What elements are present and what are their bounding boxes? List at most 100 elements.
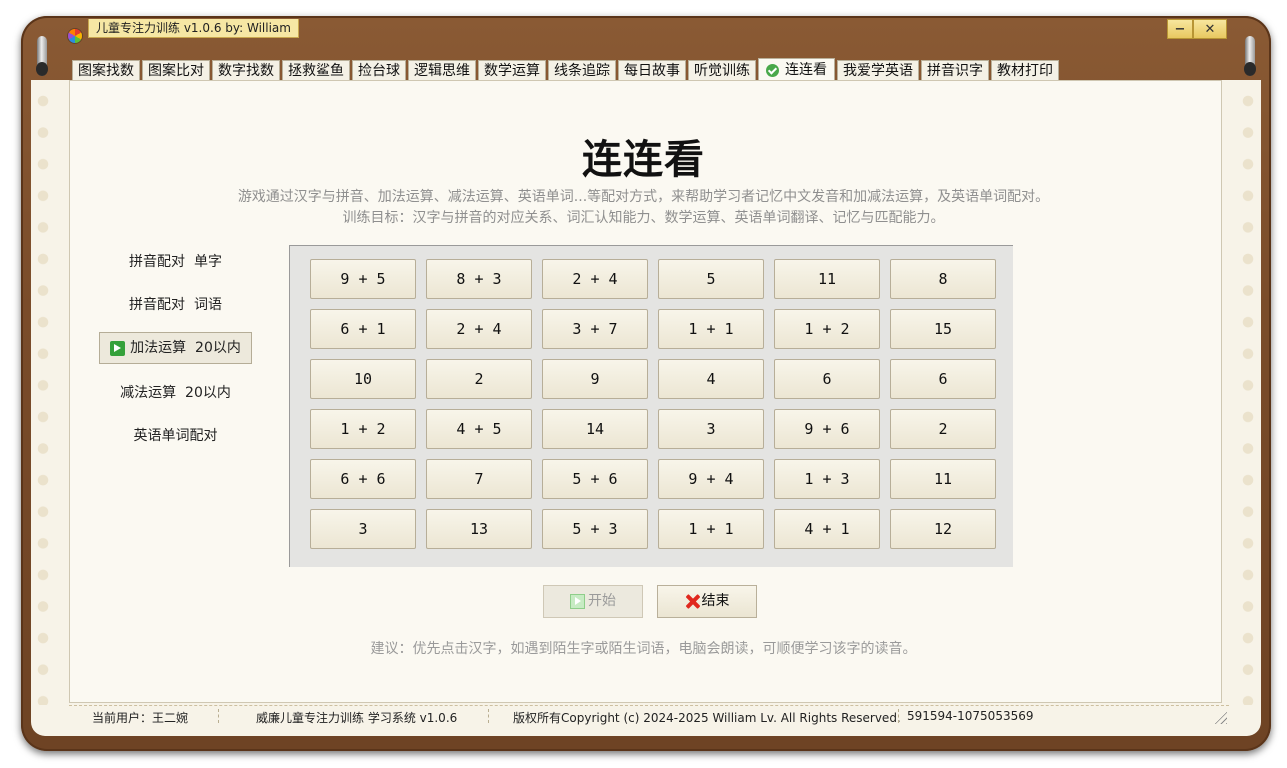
status-system-name: 威廉儿童专注力训练 学习系统 v1.0.6 <box>256 711 458 725</box>
board-tile[interactable]: 1 + 1 <box>658 509 764 549</box>
tab-auditory[interactable]: 听觉训练 <box>688 60 756 81</box>
tab-label: 捡台球 <box>358 63 400 79</box>
board-tile[interactable]: 1 + 3 <box>774 459 880 499</box>
board-tile[interactable]: 4 <box>658 359 764 399</box>
tab-label: 教材打印 <box>997 63 1053 79</box>
status-contact: 591594-1075053569 <box>907 709 1034 723</box>
board-tile[interactable]: 8 <box>890 259 996 299</box>
status-divider <box>488 709 489 723</box>
tab-logic[interactable]: 逻辑思维 <box>408 60 476 81</box>
board-tile[interactable]: 2 <box>890 409 996 449</box>
training-goal: 训练目标：汉字与拼音的对应关系、词汇认知能力、数学运算、英语单词翻译、记忆与匹配… <box>342 210 945 226</box>
binder-ring-left-icon <box>36 36 48 76</box>
close-button[interactable]: ✕ <box>1193 19 1227 39</box>
page-description: 游戏通过汉字与拼音、加法运算、减法运算、英语单词...等配对方式，来帮助学习者记… <box>237 189 1050 205</box>
tab-number-find[interactable]: 数字找数 <box>212 60 280 81</box>
start-label: 开始 <box>588 593 616 609</box>
board-tile[interactable]: 9 + 5 <box>310 259 416 299</box>
tab-label: 数学运算 <box>484 63 540 79</box>
board-tile[interactable]: 6 <box>890 359 996 399</box>
status-current-user: 当前用户：王二婉 <box>92 711 189 725</box>
minimize-button[interactable]: − <box>1167 19 1193 39</box>
board-tile[interactable]: 6 + 6 <box>310 459 416 499</box>
board-tile[interactable]: 9 + 6 <box>774 409 880 449</box>
mode-label: 加法运算 20以内 <box>130 340 241 356</box>
mode-subtraction[interactable]: 减法运算 20以内 <box>99 377 252 409</box>
mode-pinyin-words[interactable]: 拼音配对 词语 <box>99 289 252 321</box>
mode-label: 拼音配对 词语 <box>129 297 222 313</box>
tab-link-game[interactable]: 连连看 <box>758 58 835 81</box>
end-button[interactable]: 结束 <box>657 585 757 618</box>
board-tile[interactable]: 9 <box>542 359 648 399</box>
mode-label: 拼音配对 单字 <box>129 254 222 270</box>
tab-pinyin[interactable]: 拼音识字 <box>921 60 989 81</box>
mode-english-words[interactable]: 英语单词配对 <box>99 420 252 452</box>
mode-pinyin-single[interactable]: 拼音配对 单字 <box>99 246 252 278</box>
tab-pattern-compare[interactable]: 图案比对 <box>142 60 210 81</box>
tab-label: 数字找数 <box>218 63 274 79</box>
tab-label: 听觉训练 <box>694 63 750 79</box>
board-tile[interactable]: 1 + 2 <box>310 409 416 449</box>
status-copyright: 版权所有Copyright (c) 2024-2025 William Lv. … <box>513 711 901 725</box>
board-tile[interactable]: 4 + 1 <box>774 509 880 549</box>
board-tile[interactable]: 1 + 1 <box>658 309 764 349</box>
tab-print[interactable]: 教材打印 <box>991 60 1059 81</box>
tab-billiards[interactable]: 捡台球 <box>352 60 406 81</box>
board-tile[interactable]: 5 + 3 <box>542 509 648 549</box>
tab-label: 拼音识字 <box>927 63 983 79</box>
check-circle-icon <box>766 63 779 77</box>
start-button[interactable]: 开始 <box>543 585 643 618</box>
tab-label: 每日故事 <box>624 63 680 79</box>
mode-addition[interactable]: 加法运算 20以内 <box>99 332 252 364</box>
tab-bar: 图案找数 图案比对 数字找数 拯救鲨鱼 捡台球 逻辑思维 数学运算 线条追踪 每… <box>72 58 1061 82</box>
tab-label: 我爱学英语 <box>843 63 913 79</box>
window-title: 儿童专注力训练 v1.0.6 by: William <box>88 19 299 38</box>
app-logo-icon <box>68 29 82 43</box>
game-board: 9 + 58 + 32 + 4 5 11 8 6 + 12 + 43 + 71 + 11… <box>289 245 1013 567</box>
board-tile[interactable]: 4 + 5 <box>426 409 532 449</box>
board-tile[interactable]: 7 <box>426 459 532 499</box>
board-tile[interactable]: 10 <box>310 359 416 399</box>
board-tile[interactable]: 8 + 3 <box>426 259 532 299</box>
status-divider <box>898 709 899 723</box>
board-tile[interactable]: 6 <box>774 359 880 399</box>
binder-ring-right-icon <box>1244 36 1256 76</box>
tab-pattern-find-number[interactable]: 图案找数 <box>72 60 140 81</box>
board-tile[interactable]: 9 + 4 <box>658 459 764 499</box>
board-tile[interactable]: 11 <box>774 259 880 299</box>
board-tile[interactable]: 2 + 4 <box>426 309 532 349</box>
tab-label: 拯救鲨鱼 <box>288 63 344 79</box>
page-title: 连连看 <box>582 137 705 183</box>
tab-label: 逻辑思维 <box>414 63 470 79</box>
board-tile[interactable]: 3 <box>658 409 764 449</box>
tab-save-shark[interactable]: 拯救鲨鱼 <box>282 60 350 81</box>
close-x-icon <box>685 594 700 609</box>
mode-label: 英语单词配对 <box>133 428 218 444</box>
board-tile[interactable]: 13 <box>426 509 532 549</box>
board-tile[interactable]: 14 <box>542 409 648 449</box>
tab-label: 线条追踪 <box>554 63 610 79</box>
board-tile[interactable]: 5 + 6 <box>542 459 648 499</box>
board-tile[interactable]: 3 <box>310 509 416 549</box>
board-tile[interactable]: 5 <box>658 259 764 299</box>
arrow-right-icon <box>110 340 126 356</box>
tab-math[interactable]: 数学运算 <box>478 60 546 81</box>
tab-english[interactable]: 我爱学英语 <box>837 60 919 81</box>
board-tile[interactable]: 15 <box>890 309 996 349</box>
board-tile[interactable]: 3 + 7 <box>542 309 648 349</box>
tab-daily-story[interactable]: 每日故事 <box>618 60 686 81</box>
tab-line-trace[interactable]: 线条追踪 <box>548 60 616 81</box>
board-tile[interactable]: 1 + 2 <box>774 309 880 349</box>
end-label: 结束 <box>701 593 730 609</box>
board-tile[interactable]: 2 <box>426 359 532 399</box>
usage-hint: 建议：优先点击汉字，如遇到陌生字或陌生词语，电脑会朗读，可顺便学习该字的读音。 <box>370 641 917 657</box>
tab-label: 图案比对 <box>148 63 204 79</box>
play-icon <box>570 594 585 609</box>
tab-label: 连连看 <box>785 62 827 78</box>
tab-label: 图案找数 <box>78 63 134 79</box>
status-divider <box>218 709 219 723</box>
board-tile[interactable]: 2 + 4 <box>542 259 648 299</box>
board-tile[interactable]: 11 <box>890 459 996 499</box>
board-tile[interactable]: 12 <box>890 509 996 549</box>
board-tile[interactable]: 6 + 1 <box>310 309 416 349</box>
